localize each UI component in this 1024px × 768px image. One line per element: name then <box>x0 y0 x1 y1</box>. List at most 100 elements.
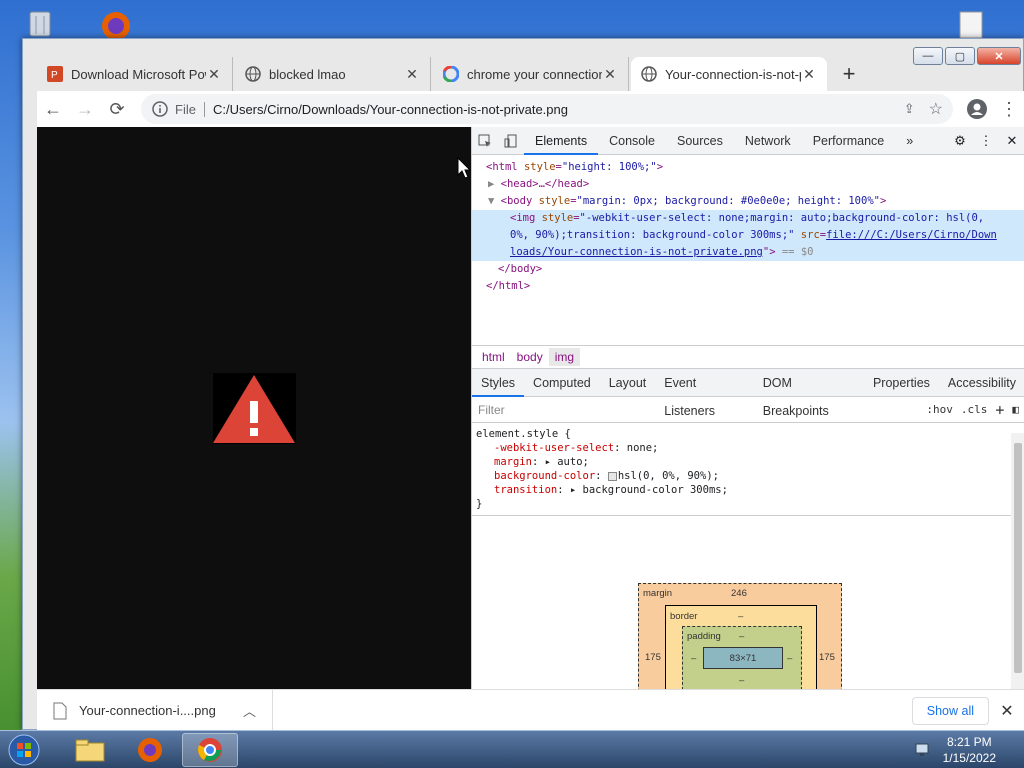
subtab-dom-breakpoints[interactable]: DOM Breakpoints <box>754 369 864 418</box>
gear-icon[interactable]: ⚙ <box>947 127 973 155</box>
dom-node-img[interactable]: <img style="-webkit-user-select: none;ma… <box>472 210 1024 261</box>
warning-triangle-icon <box>213 375 295 443</box>
add-rule-icon[interactable]: + <box>995 401 1004 419</box>
breadcrumb-img[interactable]: img <box>548 348 581 366</box>
system-clock[interactable]: 8:21 PM 1/15/2022 <box>943 734 996 766</box>
info-icon[interactable] <box>151 100 169 118</box>
page-viewport <box>37 127 472 689</box>
recycle-bin-icon[interactable] <box>22 8 58 38</box>
breadcrumb: html body img <box>472 345 1024 369</box>
maximize-button[interactable]: ▢ <box>945 47 975 65</box>
google-icon <box>443 66 459 82</box>
styles-subtabbar: Styles Computed Layout Event Listeners D… <box>472 369 1024 418</box>
powerpoint-icon: P <box>47 66 63 82</box>
subtab-event-listeners[interactable]: Event Listeners <box>655 369 754 418</box>
more-options-icon[interactable]: ⋮ <box>973 127 999 155</box>
tab-blocked[interactable]: blocked lmao ✕ <box>235 57 431 91</box>
firefox-desktop-icon[interactable] <box>94 6 140 41</box>
download-filename: Your-connection-i....png <box>79 703 216 718</box>
browser-toolbar: ← → ⟳ File C:/Users/Cirno/Downloads/Your… <box>37 91 1024 127</box>
taskbar-explorer-icon[interactable] <box>62 733 118 767</box>
menu-icon[interactable]: ⋮ <box>993 93 1024 125</box>
taskbar: 8:21 PM 1/15/2022 <box>0 730 1024 768</box>
warning-image <box>213 373 296 444</box>
subtab-styles[interactable]: Styles <box>472 369 525 397</box>
more-tabs-button[interactable]: » <box>895 127 924 155</box>
tab-title: Download Microsoft Pow <box>71 66 206 82</box>
style-prop-background-color[interactable]: background-color: hsl(0, 0%, 90%); <box>476 469 1021 483</box>
cls-toggle[interactable]: .cls <box>961 403 988 416</box>
start-button[interactable] <box>4 732 44 768</box>
clock-date: 1/15/2022 <box>942 751 996 765</box>
tab-close-icon[interactable]: ✕ <box>404 66 420 83</box>
subtab-properties[interactable]: Properties <box>864 369 939 397</box>
chevron-up-icon[interactable]: ︿ <box>243 701 256 720</box>
device-toolbar-icon[interactable] <box>498 127 524 155</box>
show-all-button[interactable]: Show all <box>911 696 989 725</box>
tab-performance[interactable]: Performance <box>802 127 896 155</box>
dom-node-head[interactable]: ▶ <head>…</head> <box>472 176 1024 193</box>
bookmark-star-icon[interactable]: ☆ <box>929 99 943 119</box>
style-prop-transition[interactable]: transition: ▸ background-color 300ms; <box>476 483 1021 497</box>
dom-node-body-close[interactable]: </body> <box>472 261 1024 278</box>
tab-your-connection[interactable]: Your-connection-is-not-p ✕ <box>631 57 827 91</box>
color-swatch-icon <box>607 471 617 481</box>
style-prop-margin[interactable]: margin: ▸ auto; <box>476 455 1021 469</box>
url-scheme-label: File <box>175 101 205 117</box>
inspect-element-icon[interactable] <box>472 127 498 155</box>
subtab-computed[interactable]: Computed <box>524 369 600 397</box>
tab-close-icon[interactable]: ✕ <box>801 66 817 83</box>
styles-filter-row: Filter :hov .cls + ◧ <box>472 397 1024 423</box>
hov-toggle[interactable]: :hov <box>926 403 953 416</box>
tab-title: chrome your connection <box>467 66 602 82</box>
tab-elements[interactable]: Elements <box>524 127 599 155</box>
tab-sources[interactable]: Sources <box>666 127 734 155</box>
subtab-accessibility[interactable]: Accessibility <box>939 369 1024 397</box>
globe-icon <box>641 66 657 82</box>
document-desktop-icon[interactable] <box>954 10 988 41</box>
profile-avatar-icon[interactable] <box>961 93 993 125</box>
tab-close-icon[interactable]: ✕ <box>602 66 618 83</box>
network-tray-icon[interactable] <box>914 740 932 761</box>
tab-chrome-search[interactable]: chrome your connection ✕ <box>433 57 629 91</box>
dom-node-body[interactable]: ▼ <body style="margin: 0px; background: … <box>472 193 1024 210</box>
back-button[interactable]: ← <box>37 93 69 125</box>
mouse-cursor-icon <box>457 156 472 182</box>
browser-window: — ▢ ✕ P Download Microsoft Pow ✕ blocked… <box>22 38 1024 732</box>
close-shelf-icon[interactable]: ✕ <box>989 701 1024 721</box>
breadcrumb-html[interactable]: html <box>476 348 511 366</box>
url-text[interactable]: C:/Users/Cirno/Downloads/Your-connection… <box>213 102 896 117</box>
forward-button[interactable]: → <box>69 93 101 125</box>
element-style-rule: element.style { -webkit-user-select: non… <box>472 423 1024 516</box>
taskbar-firefox-icon[interactable] <box>122 733 178 767</box>
filter-input[interactable]: Filter <box>478 403 918 417</box>
style-prop-user-select[interactable]: -webkit-user-select: none; <box>476 441 1021 455</box>
tab-network[interactable]: Network <box>734 127 802 155</box>
tab-title: blocked lmao <box>269 66 346 82</box>
share-icon[interactable]: ⇪ <box>904 101 915 117</box>
dom-tree: <html style="height: 100%;"> ▶ <head>…</… <box>472 155 1024 345</box>
subtab-layout[interactable]: Layout <box>600 369 656 397</box>
box-model-padding[interactable]: padding – – – – 83×71 <box>682 626 802 690</box>
tab-download-microsoft[interactable]: P Download Microsoft Pow ✕ <box>37 57 233 91</box>
file-icon <box>53 702 67 719</box>
svg-text:P: P <box>51 70 58 81</box>
box-model-content[interactable]: 83×71 <box>703 647 783 669</box>
tab-console[interactable]: Console <box>598 127 666 155</box>
taskbar-chrome-icon[interactable] <box>182 733 238 767</box>
tab-close-icon[interactable]: ✕ <box>206 66 222 83</box>
styles-scrollbar[interactable] <box>1011 433 1024 689</box>
download-item[interactable]: Your-connection-i....png ︿ <box>37 689 273 732</box>
close-icon[interactable]: ✕ <box>999 127 1024 155</box>
dom-node-html[interactable]: <html style="height: 100%;"> <box>472 159 1024 176</box>
close-window-button[interactable]: ✕ <box>977 47 1021 65</box>
dom-node-html-close[interactable]: </html> <box>472 278 1024 295</box>
window-controls: — ▢ ✕ <box>911 47 1021 65</box>
reload-button[interactable]: ⟳ <box>101 93 133 125</box>
clock-time: 8:21 PM <box>946 735 992 749</box>
toggle-sidebar-icon[interactable]: ◧ <box>1012 403 1019 416</box>
minimize-button[interactable]: — <box>913 47 943 65</box>
new-tab-button[interactable]: + <box>835 60 863 88</box>
address-bar[interactable]: File C:/Users/Cirno/Downloads/Your-conne… <box>141 94 953 124</box>
breadcrumb-body[interactable]: body <box>511 348 549 366</box>
